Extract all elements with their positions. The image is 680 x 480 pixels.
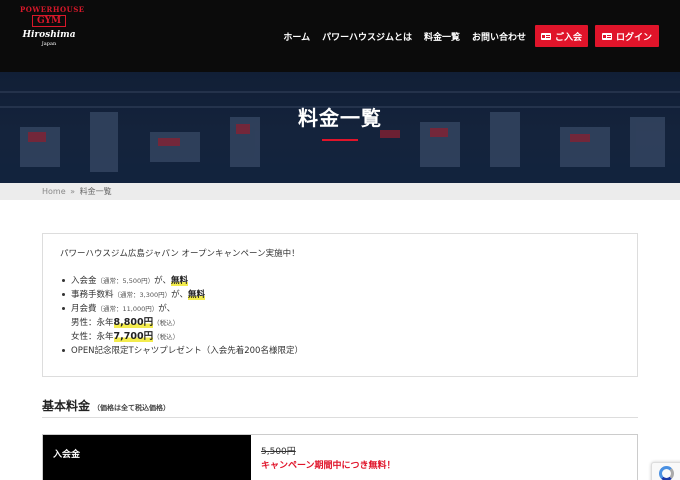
entry-fee-value: 無料 [170,276,188,286]
site-logo[interactable]: POWERHOUSE GYM Hiroshima Japan [20,5,85,64]
list-item: OPEN記念限定Tシャツプレゼント（入会先着200名様限定） [62,344,620,358]
monthly-fee-note: （通常：11,000円） [96,305,159,313]
logo-arc-text: POWERHOUSE [20,5,85,14]
recaptcha-icon [659,466,674,480]
section-divider [42,417,638,418]
monthly-fee-label: 月会費 [71,304,97,314]
member-card-icon [601,32,612,40]
price-table: 入会金 5,500円 キャンペーン期間中につき無料！ [42,434,638,480]
breadcrumb: Home » 料金一覧 [0,183,680,200]
section-note: （価格は全て税込価格） [93,404,171,412]
admin-fee-label: 事務手数料 [71,290,114,300]
admin-fee-suffix: が、 [171,290,188,300]
monthly-fee-suffix: が、 [158,304,176,314]
breadcrumb-separator: » [70,187,76,196]
male-fee-value: 8,800円 [113,317,154,328]
join-button-label: ご入会 [554,32,582,43]
list-item: 事務手数料（通常：3,300円）が、無料 [62,288,620,302]
title-underline [322,139,358,141]
admin-fee-value: 無料 [187,290,205,300]
logo-city-text: Hiroshima [22,30,76,40]
entry-fee-note: （通常：5,500円） [96,277,155,285]
nav-item-home[interactable]: ホーム [283,30,310,43]
main-nav: ホーム パワーハウスジムとは 料金一覧 お問い合わせ [283,30,526,43]
section-title-text: 基本料金 [42,399,91,413]
entry-fee-label: 入会金 [71,276,97,286]
recaptcha-badge[interactable] [651,462,680,480]
table-row-header: 入会金 [43,435,251,480]
campaign-lead: パワーハウスジム広島ジャパン オープンキャンペーン実施中！ [60,249,300,259]
old-price: 5,500円 [261,447,296,457]
list-item: 女性：永年7,700円（税込） [71,330,620,344]
section-title: 基本料金 （価格は全て税込価格） [42,397,170,414]
member-card-icon [540,32,551,40]
female-fee-value: 7,700円 [113,331,154,342]
list-item: 入会金（通常：5,500円）が、無料 [62,274,620,288]
male-fee-tax: （税込） [153,319,180,327]
login-button[interactable]: ログイン [595,25,659,47]
nav-item-about[interactable]: パワーハウスジムとは [322,30,412,43]
table-row-value: 5,500円 キャンペーン期間中につき無料！ [251,435,637,480]
breadcrumb-home[interactable]: Home [42,187,66,196]
breadcrumb-current: 料金一覧 [79,187,112,196]
male-fee-label: 男性：永年 [71,318,114,328]
entry-fee-suffix: が、 [154,276,171,286]
list-item: 月会費（通常：11,000円）が、 [62,302,620,316]
nav-item-contact[interactable]: お問い合わせ [472,30,526,43]
admin-fee-note: （通常：3,300円） [113,291,172,299]
logo-country-text: Japan [41,41,57,47]
nav-item-pricing[interactable]: 料金一覧 [424,30,460,43]
campaign-box: パワーハウスジム広島ジャパン オープンキャンペーン実施中！ 入会金（通常：5,5… [42,233,638,377]
campaign-list: 入会金（通常：5,500円）が、無料 事務手数料（通常：3,300円）が、無料 … [60,274,620,358]
site-header: POWERHOUSE GYM Hiroshima Japan ホーム パワーハウ… [0,0,680,72]
page-hero: 料金一覧 [0,72,680,183]
logo-gym-text: GYM [32,15,66,27]
page-title: 料金一覧 [298,106,382,130]
login-button-label: ログイン [615,32,652,43]
female-fee-label: 女性：永年 [71,332,114,342]
female-fee-tax: （税込） [153,333,180,341]
campaign-price: キャンペーン期間中につき無料！ [261,461,396,471]
join-button[interactable]: ご入会 [535,25,588,47]
list-item: 男性：永年8,800円（税込） [71,316,620,330]
tshirt-present-label: OPEN記念限定Tシャツプレゼント（入会先着200名様限定） [71,346,303,356]
